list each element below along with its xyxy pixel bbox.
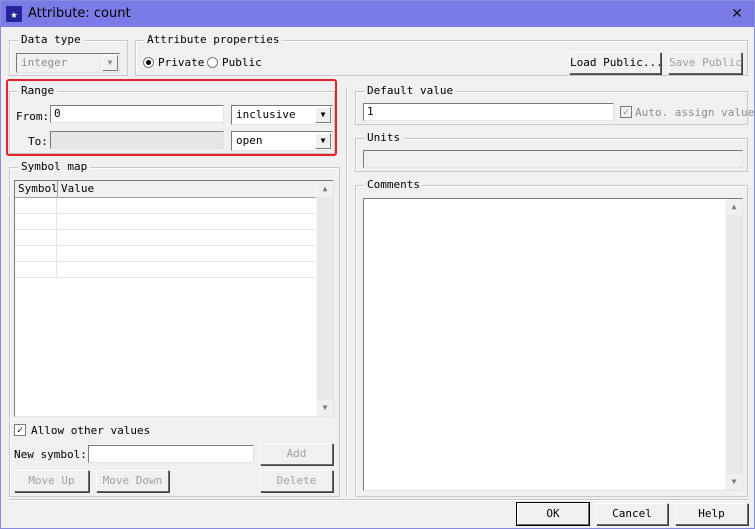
units-group: Units	[355, 131, 748, 172]
data-type-select[interactable]: integer ▼	[16, 53, 120, 73]
help-button[interactable]: Help	[675, 503, 748, 525]
table-row[interactable]	[15, 262, 316, 278]
range-from-label: From:	[16, 110, 50, 123]
default-value-legend: Default value	[364, 84, 457, 98]
close-button[interactable]: ✕	[726, 4, 748, 24]
comments-legend: Comments	[364, 178, 423, 192]
chevron-down-icon: ▼	[102, 55, 118, 71]
ok-button[interactable]: OK	[517, 503, 589, 525]
chevron-down-icon: ▼	[315, 133, 331, 149]
range-from-bound-select[interactable]: inclusive ▼	[231, 105, 333, 125]
symbol-map-group: Symbol map Symbol Value ▲ ▼ ✓ Allow othe…	[9, 160, 340, 497]
range-to-label: To:	[28, 135, 48, 148]
chevron-down-icon: ▼	[315, 107, 331, 123]
symbol-map-scrollbar[interactable]: ▲ ▼	[316, 181, 333, 416]
auto-assign-checkbox[interactable]: ✓	[620, 106, 632, 118]
footer-divider	[9, 499, 749, 501]
range-from-input[interactable]: 0	[50, 105, 224, 123]
table-row[interactable]	[15, 230, 316, 246]
range-group: Range From: 0 inclusive ▼ To: open ▼	[9, 84, 335, 154]
table-row[interactable]	[15, 214, 316, 230]
auto-assign-label[interactable]: Auto. assign value	[635, 106, 754, 120]
range-from-bound-value: inclusive	[236, 108, 296, 121]
table-row[interactable]	[15, 246, 316, 262]
comments-scrollbar[interactable]: ▲ ▼	[725, 199, 742, 490]
table-cell	[15, 262, 57, 278]
comments-group: Comments ▲ ▼	[355, 178, 748, 497]
scroll-down-arrow-icon[interactable]: ▼	[317, 400, 333, 416]
range-to-bound-value: open	[236, 134, 263, 147]
table-cell	[15, 214, 57, 230]
add-button[interactable]: Add	[260, 443, 333, 465]
symbol-map-table[interactable]: Symbol Value ▲ ▼	[14, 180, 334, 417]
table-rows	[15, 198, 316, 278]
attribute-properties-group: Attribute properties Private Public Load…	[135, 33, 748, 76]
range-to-input[interactable]	[50, 131, 224, 149]
move-down-button[interactable]: Move Down	[96, 470, 169, 492]
allow-other-values-checkbox[interactable]: ✓	[14, 424, 26, 436]
public-radio-label[interactable]: Public	[222, 56, 262, 70]
window-title: Attribute: count	[28, 6, 131, 21]
table-row[interactable]	[15, 198, 316, 214]
range-to-bound-select[interactable]: open ▼	[231, 131, 333, 151]
new-symbol-label: New symbol:	[14, 448, 87, 461]
radio-dot-icon	[146, 60, 151, 65]
table-cell	[15, 230, 57, 246]
scroll-up-arrow-icon[interactable]: ▲	[317, 181, 333, 197]
save-public-button[interactable]: Save Public	[668, 52, 742, 74]
default-value-input[interactable]: 1	[363, 103, 614, 121]
data-type-legend: Data type	[18, 33, 84, 47]
scroll-up-arrow-icon[interactable]: ▲	[726, 199, 742, 215]
star-icon: ★	[6, 6, 22, 22]
table-header: Symbol Value	[15, 181, 316, 198]
column-header-symbol[interactable]: Symbol	[15, 181, 58, 197]
title-bar[interactable]: ★ Attribute: count ✕	[1, 1, 754, 27]
private-radio[interactable]	[143, 57, 154, 68]
new-symbol-input[interactable]	[88, 445, 254, 463]
scroll-down-arrow-icon[interactable]: ▼	[726, 474, 742, 490]
symbol-map-legend: Symbol map	[18, 160, 91, 174]
private-radio-label[interactable]: Private	[158, 56, 204, 70]
units-legend: Units	[364, 131, 404, 145]
column-header-value[interactable]: Value	[58, 181, 317, 197]
data-type-group: Data type integer ▼	[9, 33, 128, 76]
allow-other-values-label[interactable]: Allow other values	[31, 424, 150, 438]
attribute-properties-legend: Attribute properties	[144, 33, 283, 47]
default-value-group: Default value 1 ✓ Auto. assign value	[355, 84, 754, 125]
delete-button[interactable]: Delete	[260, 470, 333, 492]
range-legend: Range	[18, 84, 58, 98]
public-radio[interactable]	[207, 57, 218, 68]
comments-textarea[interactable]: ▲ ▼	[363, 198, 743, 491]
cancel-button[interactable]: Cancel	[596, 503, 668, 525]
table-cell	[15, 198, 57, 214]
units-input[interactable]	[363, 150, 743, 168]
vertical-divider	[346, 87, 348, 497]
data-type-value: integer	[21, 56, 68, 69]
attribute-dialog: ★ Attribute: count ✕ Data type integer ▼…	[0, 0, 755, 529]
load-public-button[interactable]: Load Public...	[569, 52, 663, 74]
move-up-button[interactable]: Move Up	[14, 470, 89, 492]
table-cell	[15, 246, 57, 262]
